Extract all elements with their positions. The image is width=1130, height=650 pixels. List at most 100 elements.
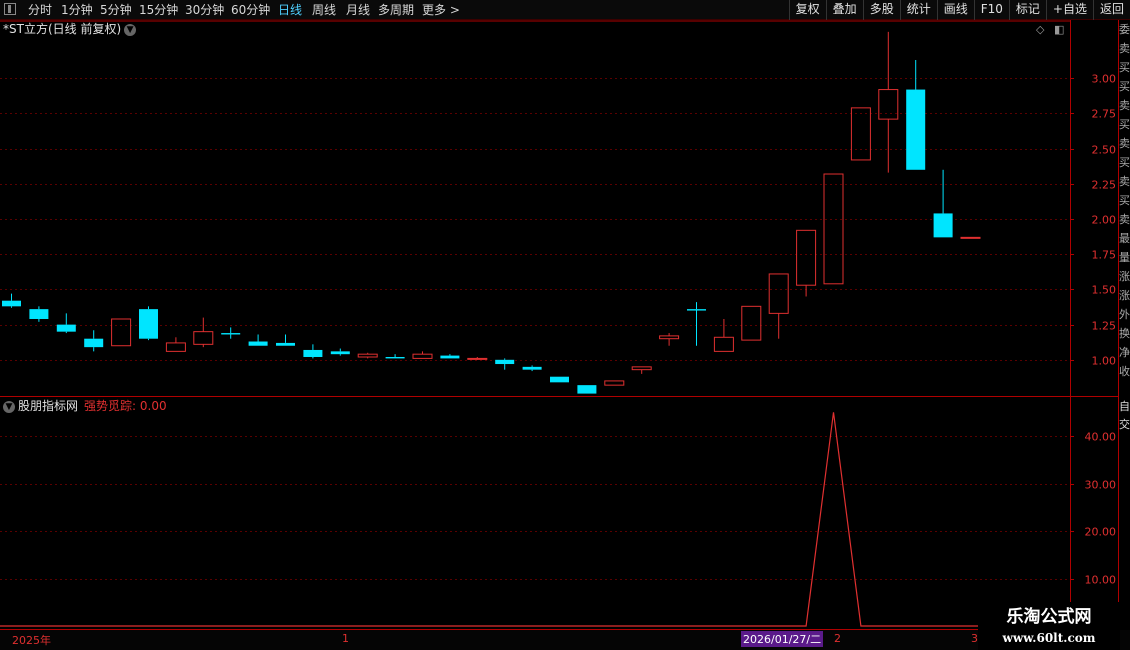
quote-side-panel: 委卖买买卖买卖买卖买卖最量涨涨外换净收 [1119,23,1130,378]
diamond-icon[interactable]: ◇ [1036,23,1044,36]
price-tick-label: 1.50 [1092,284,1117,297]
indicator-series-line [0,412,1070,627]
chevron-down-icon[interactable]: ▼ [124,23,137,36]
candle-body-up [768,273,789,314]
price-tick-label: 3.00 [1092,73,1117,86]
overlay-button[interactable]: 叠加 [825,0,863,20]
candle-body-down [687,309,706,311]
period-tab-5min[interactable]: 5分钟 [100,2,132,18]
candle-body-up [604,380,625,386]
price-tick-label: 1.75 [1092,249,1117,262]
add-watchlist-button[interactable]: +自选 [1045,0,1093,20]
candle-body-down [440,355,460,359]
candle-body-down [495,359,515,365]
candle-body-up [713,336,734,352]
chart-corner-icons: ◇ ◧ [1036,23,1064,36]
chart-frame [0,20,1119,630]
candle-body-down [933,213,953,238]
candle-body-up [357,353,378,358]
candle-body-down [139,309,158,339]
tool-buttons: 复权 叠加 多股 统计 画线 F10 标记 +自选 返回 [788,0,1130,20]
candle-body-down [522,366,542,370]
period-tab-timeshare[interactable]: 分时 [28,2,52,18]
candles [2,31,981,394]
watermark: 乐淘公式网 www.60lt.com [978,602,1120,650]
indicator-line [0,412,1070,627]
candle-body-up [193,331,214,345]
price-tick-label: 2.25 [1092,179,1117,192]
period-tab-monthly[interactable]: 月线 [346,2,370,18]
price-tick-label: 2.75 [1092,108,1117,121]
candle-body-up [659,335,680,340]
candle-body-down [248,341,268,346]
period-tab-more[interactable]: 更多 > [422,2,460,18]
price-tick-label: 2.50 [1092,144,1117,157]
period-tab-daily[interactable]: 日线 [278,2,302,18]
candle-body-down [276,342,295,346]
price-axis: 1.00 1.25 1.50 1.75 2.00 2.25 2.50 2.75 3.00 [1070,73,1116,368]
stock-title: *ST立方(日线 前复权) [3,22,122,36]
adjust-button[interactable]: 复权 [788,0,826,20]
candle-body-down [906,89,926,170]
watermark-url: www.60lt.com [1002,631,1096,645]
back-button[interactable]: 返回 [1092,0,1130,20]
candle-body-up [741,305,762,341]
quote-side-panel-lower: 自 交 [1119,400,1130,431]
chevron-down-icon[interactable]: ▼ [3,400,15,413]
f10-button[interactable]: F10 [973,0,1009,20]
period-toolbar: 分时 1分钟 5分钟 15分钟 30分钟 60分钟 日线 周线 月线 多周期 更… [0,0,1130,20]
candle-body-up [823,173,844,285]
candle-body-down [385,356,405,359]
period-tab-multi[interactable]: 多周期 [378,2,414,18]
panel-toggle-icon[interactable] [4,3,16,15]
period-tab-1min[interactable]: 1分钟 [61,2,93,18]
candle-body-up [850,107,871,161]
candle-body-up [111,318,132,347]
price-tick-label: 1.25 [1092,320,1117,333]
candle-body-up [960,236,981,239]
indicator-axis: 10.00 20.00 30.00 40.00 [1070,431,1116,587]
candle-body-down [577,385,597,394]
candle-body-up [412,353,433,359]
candle-body-down [303,349,323,357]
date-label-month1: 1 [342,632,349,645]
date-cursor: 2026/01/27/二 [741,631,824,647]
main-gridlines [0,78,1070,361]
date-label-year: 2025年 [12,634,51,647]
candle-body-down [56,324,76,332]
indicator-tick-label: 20.00 [1085,526,1117,539]
candle-body-down [221,333,241,335]
stock-chart[interactable]: 1.00 1.25 1.50 1.75 2.00 2.25 2.50 2.75 3.00 10.… [0,0,1130,650]
candle-body-down [550,376,569,383]
sub-gridlines [0,436,1070,580]
indicator-source: 股朋指标网 [18,399,79,413]
candle-body-up [165,342,186,352]
candle-body-up [796,229,817,286]
candle-body-down [29,309,49,319]
candle-body-up [467,357,488,360]
watermark-title: 乐淘公式网 [1006,607,1092,627]
sub-panel-title: ▼ 股朋指标网 强势觅踪: 0.00 [3,398,167,414]
indicator-tick-label: 40.00 [1085,431,1117,444]
mark-button[interactable]: 标记 [1008,0,1046,20]
date-label-month2: 2 [834,632,841,645]
window-icon[interactable]: ◧ [1054,23,1064,36]
period-tab-30min[interactable]: 30分钟 [185,2,224,18]
draw-line-button[interactable]: 画线 [936,0,974,20]
multi-stock-button[interactable]: 多股 [862,0,900,20]
candle-body-down [84,338,104,348]
candle-body-down [330,351,350,355]
candle-body-up [878,89,899,120]
main-chart-title: *ST立方(日线 前复权) ▼ [3,21,137,37]
period-tab-15min[interactable]: 15分钟 [139,2,178,18]
indicator-value: 强势觅踪: 0.00 [84,399,167,413]
statistics-button[interactable]: 统计 [899,0,937,20]
period-tab-weekly[interactable]: 周线 [312,2,336,18]
date-label-month3: 3 [971,632,978,645]
date-axis: 2025年 1 2026/01/27/二 2 3 [0,630,1130,650]
indicator-tick-label: 30.00 [1085,479,1117,492]
candle-body-down [2,300,21,307]
period-tab-60min[interactable]: 60分钟 [231,2,270,18]
indicator-tick-label: 10.00 [1085,574,1117,587]
price-tick-label: 1.00 [1092,355,1117,368]
